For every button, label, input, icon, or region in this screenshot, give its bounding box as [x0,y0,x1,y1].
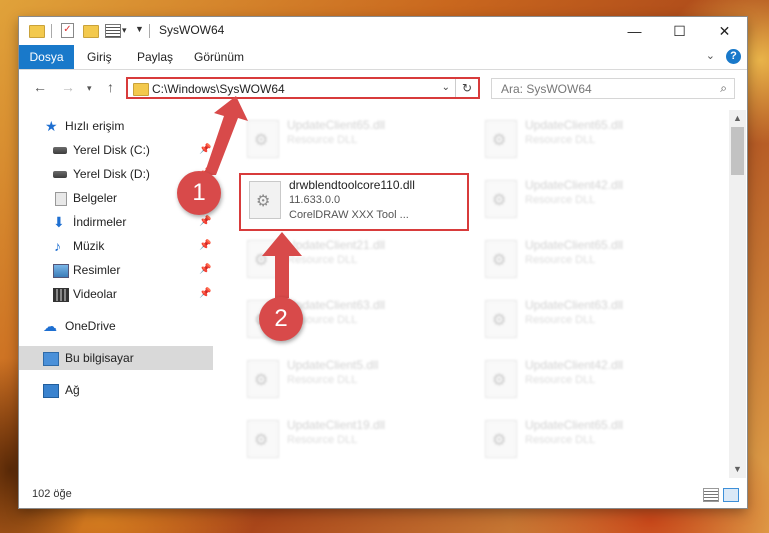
step-badge-1: 1 [177,171,221,215]
step-badge-2: 2 [259,297,303,341]
arrow-1 [204,96,248,175]
annotation-arrows [204,96,302,298]
arrow-2 [262,232,302,298]
